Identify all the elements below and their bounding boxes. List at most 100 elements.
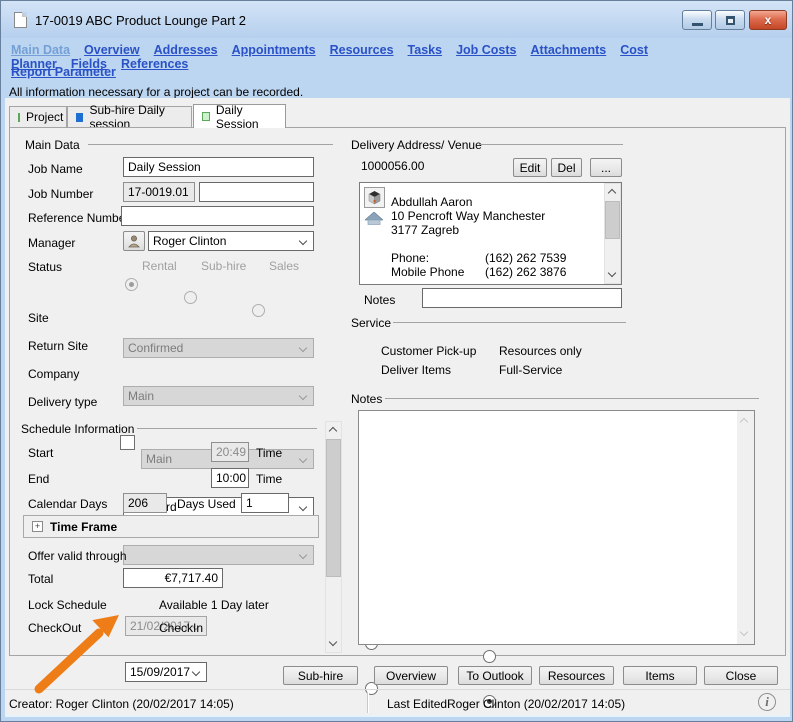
return-site-checkbox[interactable] [120,435,135,450]
chevron-down-icon [299,392,307,400]
to-outlook-button[interactable]: To Outlook [458,666,532,685]
delivery-notes-label: Notes [364,293,395,307]
end-time-input[interactable]: 10:00 [211,468,249,488]
chevron-down-icon [192,668,200,676]
main-data-divider [88,144,333,145]
address-name: Abdullah Aaron [391,195,472,209]
nav-link-tasks[interactable]: Tasks [408,43,443,57]
scroll-down-button[interactable] [326,636,341,652]
status-radio-sales[interactable] [252,304,265,317]
close-form-button[interactable]: Close [704,666,778,685]
tab-sub-hire-daily-session[interactable]: Sub-hire Daily session [67,106,192,127]
left-panel-scrollbar[interactable] [325,421,342,653]
chevron-up-icon [740,418,748,426]
resources-button[interactable]: Resources [539,666,614,685]
status-radio-rental[interactable] [125,278,138,291]
status-sales-label: Sales [269,259,299,273]
job-name-label: Job Name [28,162,83,176]
daily-tab-icon [202,112,210,121]
start-time-label: Time [256,446,282,460]
status-radio-subhire[interactable] [184,291,197,304]
nav-link-main-data[interactable]: Main Data [11,43,70,57]
return-site-label: Return Site [28,339,88,353]
person-icon [128,235,140,248]
chevron-down-icon [740,628,748,636]
nav-link-attachments[interactable]: Attachments [531,43,607,57]
delete-address-button[interactable]: Del [551,158,582,177]
chevron-down-icon [329,638,337,646]
scroll-up-button[interactable] [737,413,752,429]
project-tab-icon [18,113,20,122]
nav-link-job-costs[interactable]: Job Costs [456,43,516,57]
job-number-suffix-input[interactable] [199,182,314,202]
delivery-notes-input[interactable] [422,288,622,308]
end-date-select[interactable]: 15/09/2017 [125,662,207,682]
tab-project[interactable]: Project [9,106,67,127]
scroll-up-button[interactable] [605,184,620,200]
info-icon[interactable]: i [758,693,776,711]
end-time-label: Time [256,472,282,486]
last-edited-label: Last Edited: [387,697,450,711]
address-card-scrollbar[interactable] [604,183,621,284]
service-radio-resources-only[interactable] [483,650,496,663]
tab-daily-session[interactable]: Daily Session [193,104,286,128]
browse-address-button[interactable]: ... [590,158,622,177]
nav-link-overview[interactable]: Overview [84,43,140,57]
notes-scrollbar[interactable] [737,411,754,644]
available-later-label: Available 1 Day later [159,598,269,612]
offer-valid-label: Offer valid through [28,549,127,563]
nav-link-report-parameter[interactable]: Report Parameter [11,65,116,79]
status-separator [367,692,368,713]
nav-link-addresses[interactable]: Addresses [154,43,218,57]
items-button[interactable]: Items [623,666,697,685]
scroll-down-button[interactable] [737,626,752,642]
mobile-phone-label: Mobile Phone [391,265,464,279]
package-icon-button[interactable] [364,187,385,208]
document-icon [14,12,27,28]
end-label: End [28,472,49,486]
notes-textarea[interactable] [358,410,755,645]
days-used-input[interactable]: 1 [241,493,289,513]
scrollbar-thumb[interactable] [605,201,620,239]
delivery-type-select[interactable] [123,545,314,565]
total-label: Total [28,572,53,586]
tab-daily-label: Daily Session [216,103,277,131]
title-bar: 17-0019 ABC Product Lounge Part 2 x [1,1,793,38]
nav-link-references[interactable]: References [121,57,188,71]
manager-select[interactable]: Roger Clinton [148,231,314,251]
minimize-icon [692,23,703,26]
manager-picker-button[interactable] [123,231,145,251]
scrollbar-thumb[interactable] [326,439,341,577]
total-input[interactable]: €7,717.40 [123,568,223,588]
home-icon [365,212,383,225]
schedule-section-title: Schedule Information [21,422,134,436]
delivery-section-title: Delivery Address/ Venue [351,138,482,152]
package-icon [367,190,382,205]
expand-plus-icon[interactable]: + [32,521,43,532]
job-name-input[interactable]: Daily Session [123,157,314,177]
reference-number-input[interactable] [121,206,314,226]
edit-address-button[interactable]: Edit [513,158,547,177]
nav-link-appointments[interactable]: Appointments [232,43,316,57]
phone-value: (162) 262 7539 [485,251,566,265]
calendar-days-label: Calendar Days [28,497,107,511]
time-frame-label: Time Frame [50,520,117,534]
sub-hire-button[interactable]: Sub-hire [283,666,358,685]
close-button[interactable]: x [749,10,787,30]
site-label: Site [28,311,49,325]
company-label: Company [28,367,79,381]
minimize-button[interactable] [682,10,712,30]
notes-section-title: Notes [351,392,382,406]
job-number-label: Job Number [28,187,93,201]
last-edited-value: Roger Clinton (20/02/2017 14:05) [447,697,625,711]
calendar-days-input: 206 [123,493,167,513]
chevron-down-icon [299,237,307,245]
status-state-select: Confirmed [123,338,314,358]
overview-button[interactable]: Overview [374,666,448,685]
time-frame-expander[interactable]: + Time Frame [23,515,319,538]
scroll-down-button[interactable] [605,267,620,283]
nav-link-resources[interactable]: Resources [330,43,394,57]
manager-value: Roger Clinton [153,234,226,248]
scroll-up-button[interactable] [326,422,341,438]
restore-button[interactable] [715,10,745,30]
